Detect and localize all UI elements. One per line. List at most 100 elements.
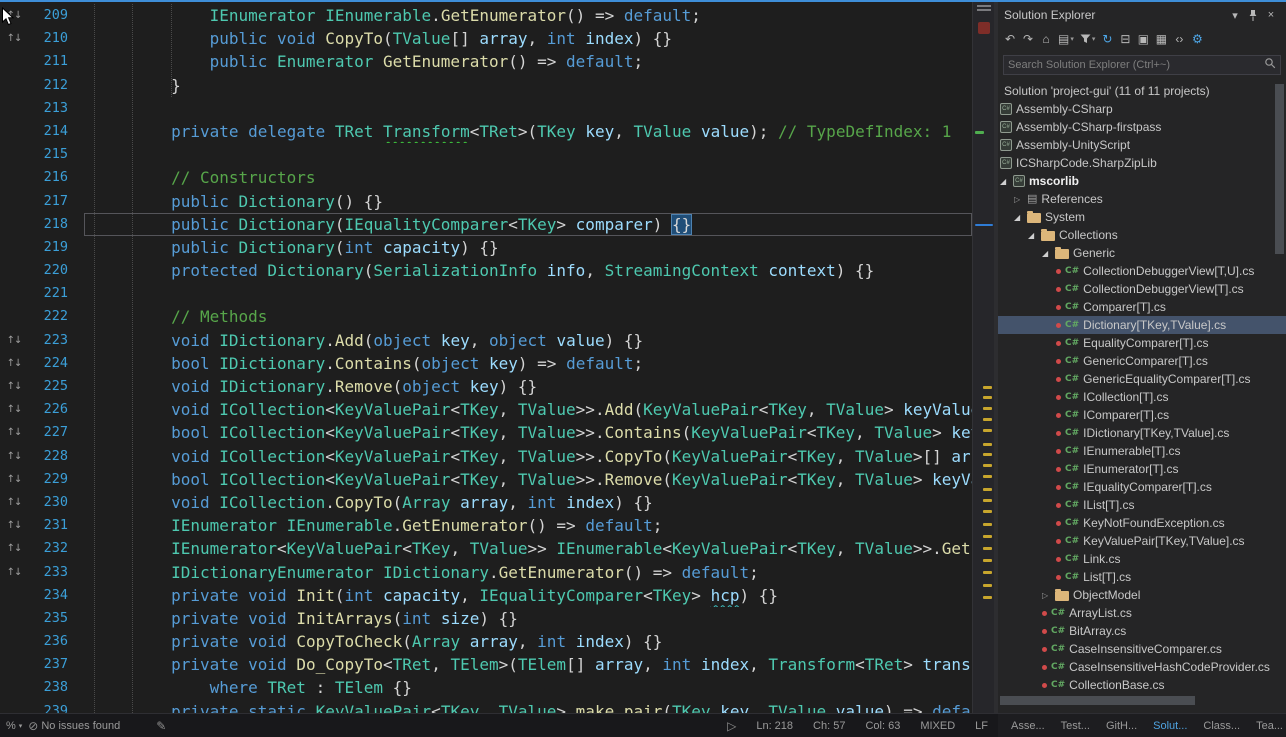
code-text[interactable]: public Dictionary(IEqualityComparer<TKey… (84, 213, 972, 236)
tool-window-tab[interactable]: Asse... (1004, 714, 1052, 737)
tree-item[interactable]: C#Assembly-CSharp-firstpass (998, 118, 1286, 136)
code-text[interactable]: void IDictionary.Add(object key, object … (84, 329, 972, 352)
tool-window-tab[interactable]: Class... (1196, 714, 1247, 737)
tree-item[interactable]: C#Dictionary[TKey,TValue].cs (998, 316, 1286, 334)
collapse-arrow-icon[interactable]: ◢ (1042, 249, 1055, 258)
char-indicator[interactable]: Ch: 57 (813, 720, 845, 732)
collapse-arrow-icon[interactable]: ◢ (1000, 177, 1013, 186)
code-text[interactable]: void ICollection.CopyTo(Array array, int… (84, 491, 972, 514)
code-text[interactable]: protected Dictionary(SerializationInfo i… (84, 259, 972, 282)
tree-item[interactable]: C#IEnumerator[T].cs (998, 460, 1286, 478)
code-text[interactable]: void ICollection<KeyValuePair<TKey, TVal… (84, 398, 972, 421)
code-text[interactable]: private delegate TRet Transform<TRet>(TK… (84, 120, 972, 143)
properties-pages-icon[interactable]: ▣ (1135, 30, 1151, 48)
code-text[interactable]: public Dictionary() {} (84, 190, 972, 213)
document-health-icon[interactable] (978, 22, 990, 34)
tree-item[interactable]: ◢C#mscorlib (998, 172, 1286, 190)
implements-glyph-icon[interactable]: ↑↓ (0, 421, 28, 444)
tool-window-tab[interactable]: Test... (1054, 714, 1097, 737)
run-icon[interactable]: ▷ (727, 719, 736, 733)
code-text[interactable]: private void Init(int capacity, IEqualit… (84, 584, 972, 607)
preview-code-icon[interactable]: ‹› (1171, 30, 1187, 48)
collapse-arrow-icon[interactable]: ◢ (1028, 231, 1041, 240)
implements-glyph-icon[interactable]: ↑↓ (0, 375, 28, 398)
code-text[interactable]: public Enumerator GetEnumerator() => def… (84, 50, 972, 73)
code-text[interactable]: bool ICollection<KeyValuePair<TKey, TVal… (84, 468, 972, 491)
tree-item[interactable]: C#ArrayList.cs (998, 604, 1286, 622)
code-text[interactable]: bool IDictionary.Contains(object key) =>… (84, 352, 972, 375)
panel-title-bar[interactable]: Solution Explorer ▾ × (998, 0, 1286, 26)
overview-ruler[interactable] (972, 0, 994, 713)
code-text[interactable]: public Dictionary(int capacity) {} (84, 236, 972, 259)
implements-glyph-icon[interactable]: ↑↓ (0, 398, 28, 421)
code-text[interactable]: IDictionaryEnumerator IDictionary.GetEnu… (84, 561, 972, 584)
tree-item[interactable]: C#Comparer[T].cs (998, 298, 1286, 316)
switch-view-icon[interactable]: ▤▾ (1056, 30, 1076, 48)
tree-item[interactable]: C#IList[T].cs (998, 496, 1286, 514)
tree-item[interactable]: C#Assembly-UnityScript (998, 136, 1286, 154)
tree-item[interactable]: C#Assembly-CSharp (998, 100, 1286, 118)
implements-glyph-icon[interactable]: ↑↓ (0, 445, 28, 468)
home-icon[interactable]: ⌂ (1038, 30, 1054, 48)
line-indicator[interactable]: Ln: 218 (756, 720, 793, 732)
tree-item[interactable]: C#ICollection[T].cs (998, 388, 1286, 406)
search-box[interactable] (1003, 55, 1281, 75)
search-input[interactable] (1008, 59, 1264, 71)
tree-item[interactable]: C#Link.cs (998, 550, 1286, 568)
code-text[interactable]: IEnumerator IEnumerable.GetEnumerator() … (84, 4, 972, 27)
close-icon[interactable]: × (1262, 7, 1280, 23)
filter-icon[interactable]: ▾ (1078, 30, 1098, 48)
implements-glyph-icon[interactable]: ↑↓ (0, 468, 28, 491)
tree-item[interactable]: ◢Generic (998, 244, 1286, 262)
code-text[interactable]: void ICollection<KeyValuePair<TKey, TVal… (84, 445, 972, 468)
wrench-icon[interactable]: ⚙ (1189, 30, 1205, 48)
tree-item[interactable]: C#IDictionary[TKey,TValue].cs (998, 424, 1286, 442)
zoom-control[interactable]: % ▾ (6, 720, 22, 732)
tree-item[interactable]: C#IComparer[T].cs (998, 406, 1286, 424)
back-icon[interactable]: ↶ (1002, 30, 1018, 48)
code-editor[interactable]: ↑↓209 IEnumerator IEnumerable.GetEnumera… (0, 0, 994, 713)
tree-item[interactable]: Solution 'project-gui' (11 of 11 project… (998, 82, 1286, 100)
tree-item[interactable]: C#CaseInsensitiveHashCodeProvider.cs (998, 658, 1286, 676)
code-text[interactable]: private void CopyToCheck(Array array, in… (84, 630, 972, 653)
edit-mode-icon[interactable]: ✎ (156, 719, 166, 733)
code-text[interactable]: // Constructors (84, 166, 972, 189)
expand-arrow-icon[interactable]: ▷ (1042, 591, 1055, 600)
tree-item[interactable]: C#KeyNotFoundException.cs (998, 514, 1286, 532)
tree-item[interactable]: C#GenericComparer[T].cs (998, 352, 1286, 370)
issues-indicator[interactable]: ⊘ No issues found (28, 719, 120, 733)
code-text[interactable]: public void CopyTo(TValue[] array, int i… (84, 27, 972, 50)
tree-item[interactable]: C#CaseInsensitiveComparer.cs (998, 640, 1286, 658)
tree-item[interactable]: C#IEnumerable[T].cs (998, 442, 1286, 460)
implements-glyph-icon[interactable]: ↑↓ (0, 352, 28, 375)
tree-horizontal-scrollbar[interactable] (1000, 696, 1272, 705)
expand-arrow-icon[interactable]: ▷ (1014, 195, 1027, 204)
vscroll-thumb[interactable] (1275, 84, 1284, 254)
code-text[interactable]: private void Do_CopyTo<TRet, TElem>(TEle… (84, 653, 972, 676)
pin-icon[interactable] (1244, 7, 1262, 23)
tree-item[interactable]: C#ICSharpCode.SharpZipLib (998, 154, 1286, 172)
code-text[interactable]: bool ICollection<KeyValuePair<TKey, TVal… (84, 421, 972, 444)
collapse-arrow-icon[interactable]: ◢ (1014, 213, 1027, 222)
implements-glyph-icon[interactable]: ↑↓ (0, 329, 28, 352)
tree-item[interactable]: C#CollectionDebuggerView[T].cs (998, 280, 1286, 298)
indent-mode-indicator[interactable]: MIXED (920, 720, 955, 732)
tree-item[interactable]: C#EqualityComparer[T].cs (998, 334, 1286, 352)
forward-icon[interactable]: ↷ (1020, 30, 1036, 48)
sync-icon[interactable]: ↻ (1099, 30, 1115, 48)
tree-item[interactable]: C#GenericEqualityComparer[T].cs (998, 370, 1286, 388)
editor-split-grip-icon[interactable] (977, 5, 991, 11)
tree-item[interactable]: ▷▤References (998, 190, 1286, 208)
tool-window-tab[interactable]: Tea... (1249, 714, 1286, 737)
column-indicator[interactable]: Col: 63 (865, 720, 900, 732)
code-text[interactable]: // Methods (84, 305, 972, 328)
tree-item[interactable]: C#IEqualityComparer[T].cs (998, 478, 1286, 496)
tree-item[interactable]: C#CollectionBase.cs (998, 676, 1286, 694)
tree-item[interactable]: C#BitArray.cs (998, 622, 1286, 640)
code-text[interactable]: IEnumerator IEnumerable.GetEnumerator() … (84, 514, 972, 537)
tree-item[interactable]: C#CollectionDebuggerView[T,U].cs (998, 262, 1286, 280)
code-text[interactable] (84, 282, 972, 305)
tree-item[interactable]: ◢System (998, 208, 1286, 226)
hscroll-thumb[interactable] (1000, 696, 1195, 705)
tree-vertical-scrollbar[interactable] (1275, 80, 1284, 667)
